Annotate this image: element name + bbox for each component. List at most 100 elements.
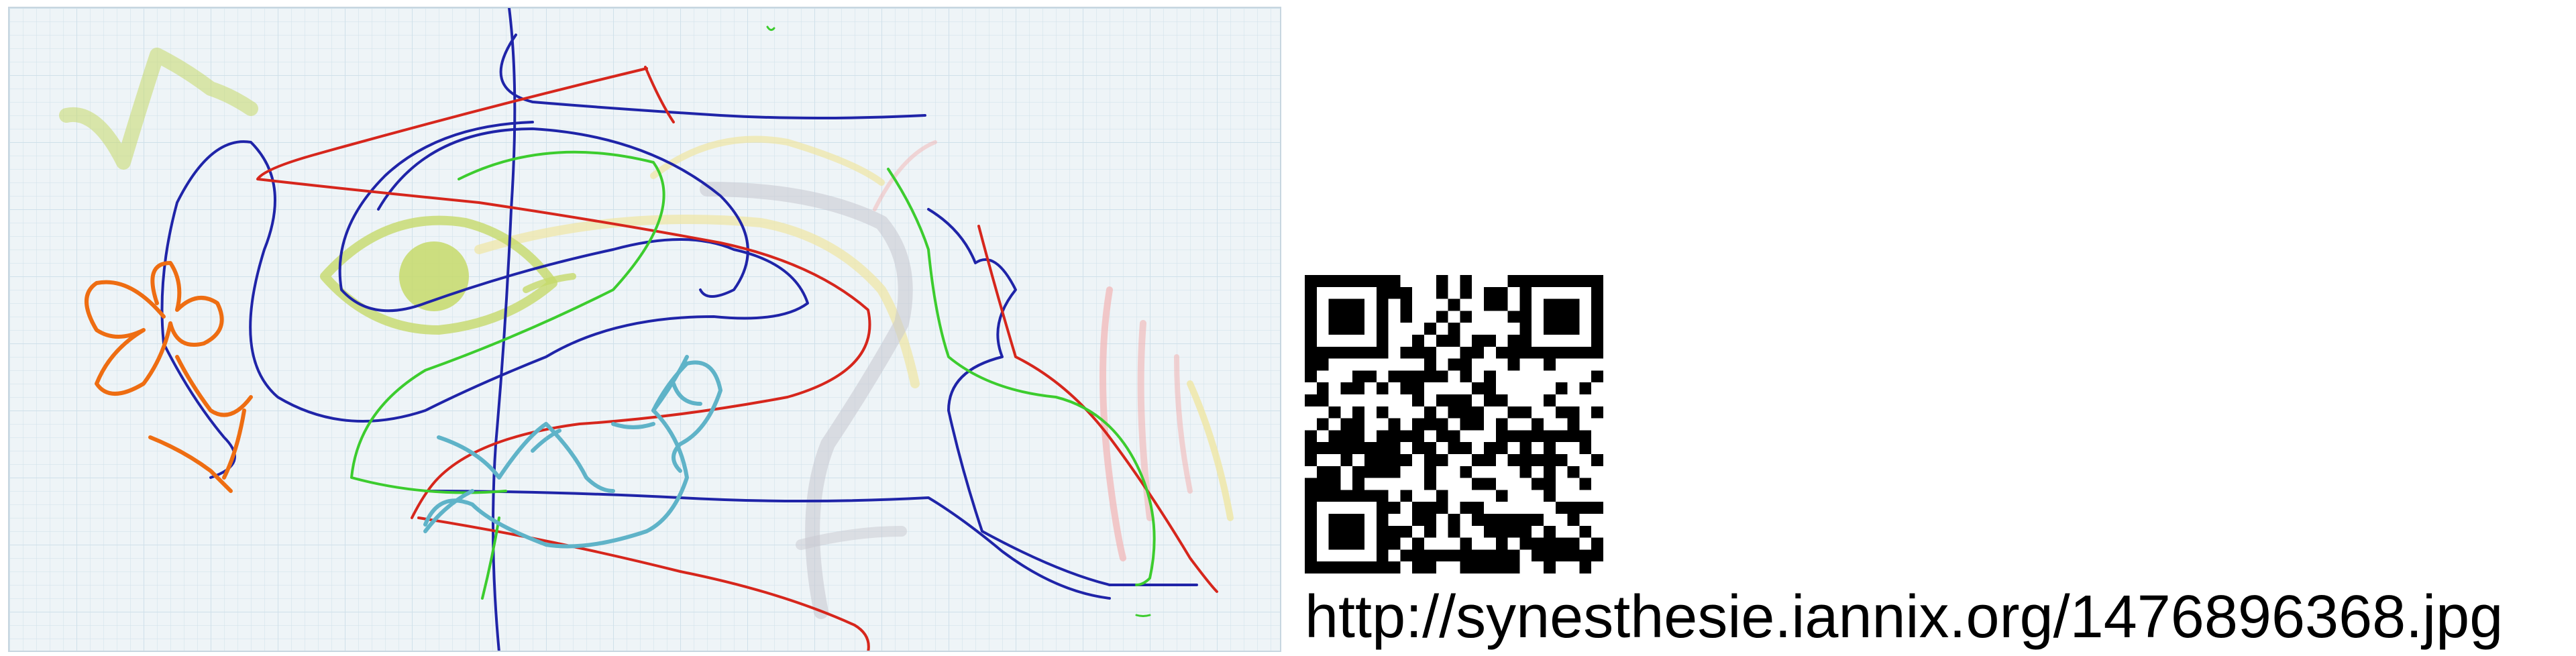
- qr-module: [1495, 298, 1508, 311]
- qr-module: [1412, 514, 1424, 526]
- qr-module: [1555, 430, 1568, 443]
- qr-module: [1507, 525, 1520, 538]
- qr-module: [1484, 286, 1496, 299]
- canvas-grid: [9, 8, 1280, 651]
- qr-module: [1340, 490, 1353, 502]
- qr-module: [1340, 275, 1353, 287]
- qr-module: [1424, 346, 1436, 359]
- qr-module: [1376, 430, 1389, 443]
- qr-module: [1305, 561, 1317, 573]
- qr-module: [1591, 335, 1603, 347]
- qr-module: [1328, 430, 1341, 443]
- qr-module: [1472, 561, 1484, 573]
- qr-module: [1305, 490, 1317, 502]
- qr-module: [1484, 335, 1496, 347]
- qr-module: [1340, 311, 1353, 323]
- qr-module: [1519, 286, 1532, 299]
- qr-module: [1495, 490, 1508, 502]
- qr-module: [1591, 275, 1603, 287]
- qr-module: [1352, 514, 1364, 526]
- qr-module: [1376, 323, 1389, 335]
- qr-module: [1352, 430, 1364, 443]
- qr-module: [1519, 537, 1532, 550]
- qr-module: [1495, 418, 1508, 431]
- qr-module: [1316, 346, 1329, 359]
- qr-module: [1448, 442, 1460, 454]
- qr-module: [1484, 382, 1496, 394]
- qr-module: [1436, 454, 1448, 466]
- qr-module: [1544, 478, 1556, 490]
- qr-module: [1328, 537, 1341, 550]
- qr-module: [1448, 525, 1460, 538]
- qr-module: [1424, 418, 1436, 431]
- qr-module: [1364, 561, 1377, 573]
- qr-module: [1472, 478, 1484, 490]
- qr-module: [1544, 394, 1556, 406]
- qr-code: [1305, 275, 1603, 573]
- qr-module: [1507, 358, 1520, 371]
- qr-module: [1484, 525, 1496, 538]
- qr-module: [1364, 466, 1377, 478]
- qr-module: [1400, 346, 1413, 359]
- qr-module: [1352, 490, 1364, 502]
- qr-module: [1400, 311, 1413, 323]
- qr-module: [1305, 502, 1317, 514]
- qr-module: [1472, 406, 1484, 419]
- qr-module: [1376, 490, 1389, 502]
- qr-module: [1352, 442, 1364, 454]
- qr-module: [1567, 549, 1580, 562]
- qr-module: [1412, 335, 1424, 347]
- qr-module: [1519, 430, 1532, 443]
- qr-module: [1507, 311, 1520, 323]
- qr-module: [1388, 561, 1401, 573]
- qr-module: [1328, 346, 1341, 359]
- qr-module: [1328, 490, 1341, 502]
- qr-module: [1388, 275, 1401, 287]
- qr-module: [1472, 346, 1484, 359]
- qr-module: [1400, 382, 1413, 394]
- qr-module: [1495, 394, 1508, 406]
- qr-module: [1555, 275, 1568, 287]
- qr-module: [1591, 370, 1603, 383]
- qr-module: [1412, 394, 1424, 406]
- qr-module: [1507, 549, 1520, 562]
- qr-module: [1591, 298, 1603, 311]
- qr-module: [1519, 323, 1532, 335]
- qr-module: [1412, 346, 1424, 359]
- qr-module: [1305, 358, 1317, 371]
- qr-module: [1567, 323, 1580, 335]
- qr-module: [1328, 525, 1341, 538]
- qr-module: [1460, 442, 1472, 454]
- qr-module: [1388, 370, 1401, 383]
- qr-module: [1424, 323, 1436, 335]
- qr-module: [1352, 298, 1364, 311]
- qr-module: [1376, 561, 1389, 573]
- qr-module: [1495, 549, 1508, 562]
- qr-module: [1519, 298, 1532, 311]
- qr-module: [1340, 418, 1353, 431]
- qr-module: [1484, 478, 1496, 490]
- qr-module: [1484, 298, 1496, 311]
- qr-module: [1424, 502, 1436, 514]
- qr-module: [1328, 298, 1341, 311]
- qr-module: [1376, 406, 1389, 419]
- qr-module: [1424, 406, 1436, 419]
- qr-module: [1472, 335, 1484, 347]
- qr-module: [1484, 442, 1496, 454]
- qr-module: [1591, 537, 1603, 550]
- qr-module: [1472, 454, 1484, 466]
- qr-module: [1412, 502, 1424, 514]
- qr-module: [1519, 311, 1532, 323]
- qr-module: [1388, 442, 1401, 454]
- qr-module: [1305, 442, 1317, 454]
- qr-module: [1591, 502, 1603, 514]
- qr-module: [1555, 549, 1568, 562]
- qr-module: [1567, 537, 1580, 550]
- qr-module: [1579, 430, 1592, 443]
- qr-module: [1544, 275, 1556, 287]
- qr-module: [1305, 430, 1317, 443]
- qr-module: [1340, 430, 1353, 443]
- qr-module: [1579, 346, 1592, 359]
- qr-module: [1376, 514, 1389, 526]
- qr-module: [1495, 346, 1508, 359]
